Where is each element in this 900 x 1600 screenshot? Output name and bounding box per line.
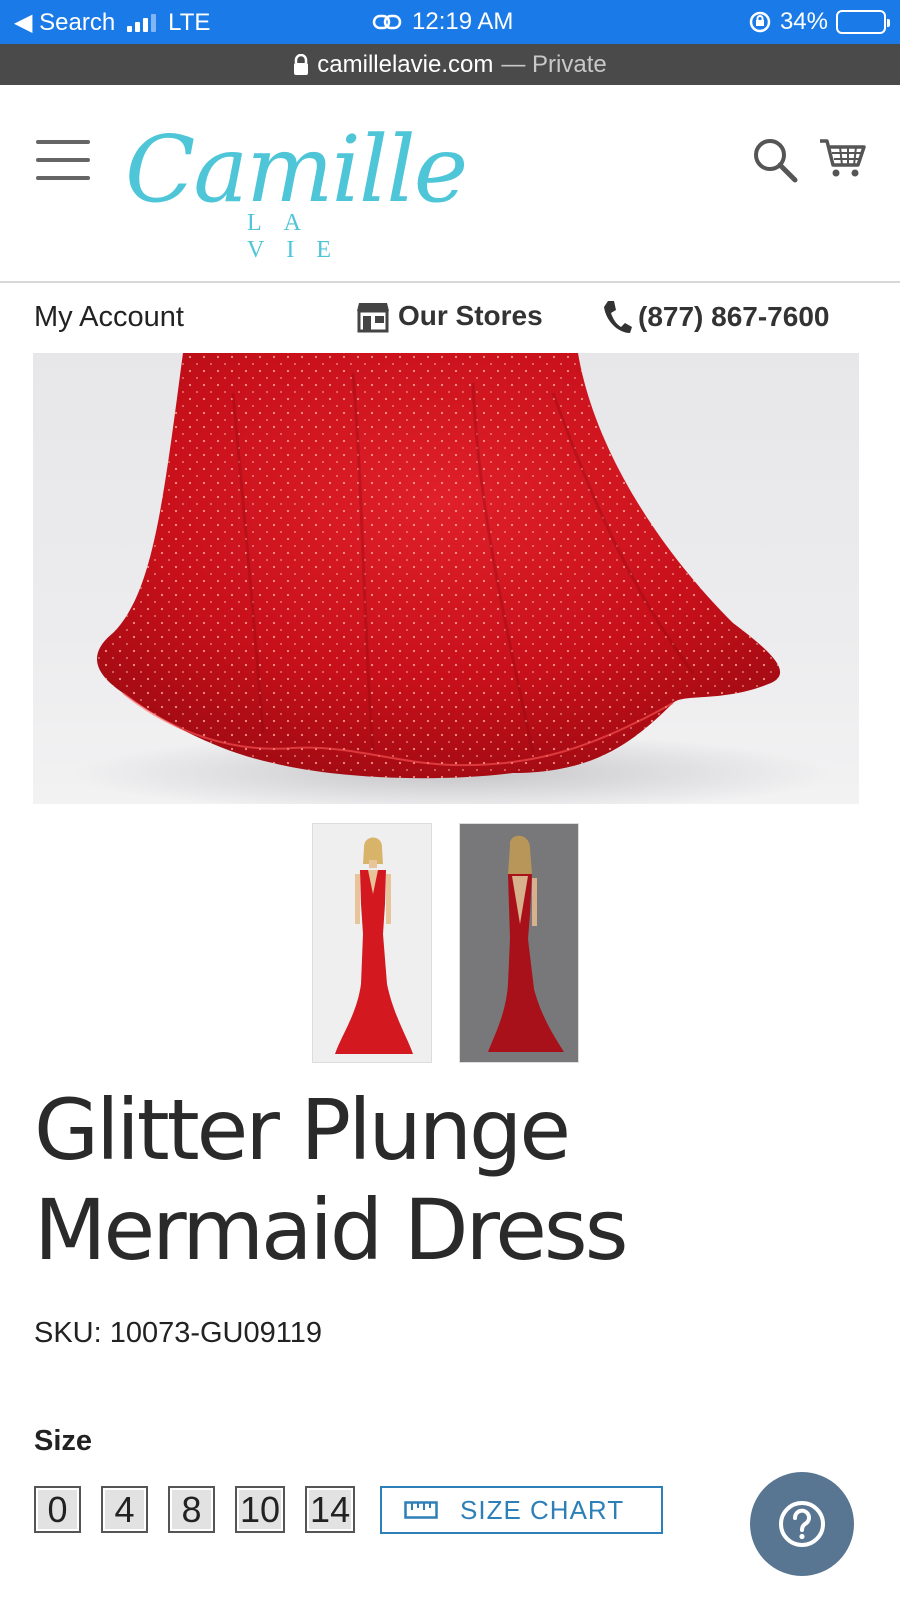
url-domain: camillelavie.com <box>317 50 494 78</box>
store-icon <box>357 303 389 333</box>
url-private-label: — Private <box>501 50 607 78</box>
status-left: ◀ Search LTE <box>14 8 210 37</box>
link-icon <box>372 14 402 30</box>
utility-nav: My Account Our Stores (877) 867-7600 <box>0 285 900 351</box>
size-label: Size <box>34 1425 93 1457</box>
size-options: 0 4 8 10 14 <box>34 1486 356 1533</box>
rotation-lock-icon <box>749 11 771 33</box>
site-header: Camille LA VIE <box>0 85 900 283</box>
size-chart-button[interactable]: SIZE CHART <box>380 1486 663 1534</box>
product-main-image[interactable] <box>33 353 859 804</box>
size-option-8[interactable]: 8 <box>168 1486 215 1533</box>
logo-subtitle: LA VIE <box>247 210 353 263</box>
ruler-icon <box>404 1501 438 1519</box>
dress-skirt-illustration <box>73 353 833 804</box>
battery-icon <box>836 10 890 34</box>
help-button[interactable] <box>750 1472 854 1576</box>
search-icon[interactable] <box>750 135 800 185</box>
product-thumbnail-front[interactable] <box>312 823 432 1063</box>
product-title-line1: Glitter Plunge <box>34 1081 571 1179</box>
question-icon <box>779 1501 825 1547</box>
cart-icon[interactable] <box>818 133 868 183</box>
logo-script: Camille <box>125 116 468 223</box>
product-thumbnail-back[interactable] <box>459 823 579 1063</box>
model-front-image <box>313 824 431 1062</box>
clock: 12:19 AM <box>412 8 514 35</box>
size-option-4[interactable]: 4 <box>101 1486 148 1533</box>
sku: SKU: 10073-GU09119 <box>34 1317 322 1350</box>
phone-link[interactable]: (877) 867-7600 <box>602 299 829 335</box>
battery-percent: 34% <box>779 8 828 35</box>
size-option-14[interactable]: 14 <box>305 1486 356 1533</box>
status-right: 34% <box>748 8 890 36</box>
sku-label: SKU: <box>34 1317 102 1349</box>
status-bar: ◀ Search LTE 12:19 AM 34% <box>0 0 900 44</box>
brand-logo[interactable]: Camille LA VIE <box>125 116 468 264</box>
product-title: Glitter Plunge Mermaid Dress <box>34 1080 864 1280</box>
lock-icon <box>294 53 309 75</box>
model-back-image <box>460 824 578 1062</box>
our-stores-label: Our Stores <box>398 300 543 331</box>
url-bar[interactable]: camillelavie.com — Private <box>0 44 900 85</box>
phone-number: (877) 867-7600 <box>638 301 830 332</box>
status-center: 12:19 AM <box>372 8 513 36</box>
product-title-line2: Mermaid Dress <box>34 1181 628 1279</box>
our-stores-link[interactable]: Our Stores <box>356 299 543 333</box>
size-chart-label: SIZE CHART <box>460 1494 625 1525</box>
back-to-search[interactable]: ◀ Search <box>14 8 115 37</box>
my-account-link[interactable]: My Account <box>34 301 184 334</box>
network-type: LTE <box>168 8 211 36</box>
size-option-10[interactable]: 10 <box>235 1486 286 1533</box>
size-option-0[interactable]: 0 <box>34 1486 81 1533</box>
sku-value: 10073-GU09119 <box>109 1317 322 1349</box>
menu-icon[interactable] <box>36 140 90 180</box>
signal-icon <box>127 13 157 32</box>
phone-icon <box>604 301 632 333</box>
